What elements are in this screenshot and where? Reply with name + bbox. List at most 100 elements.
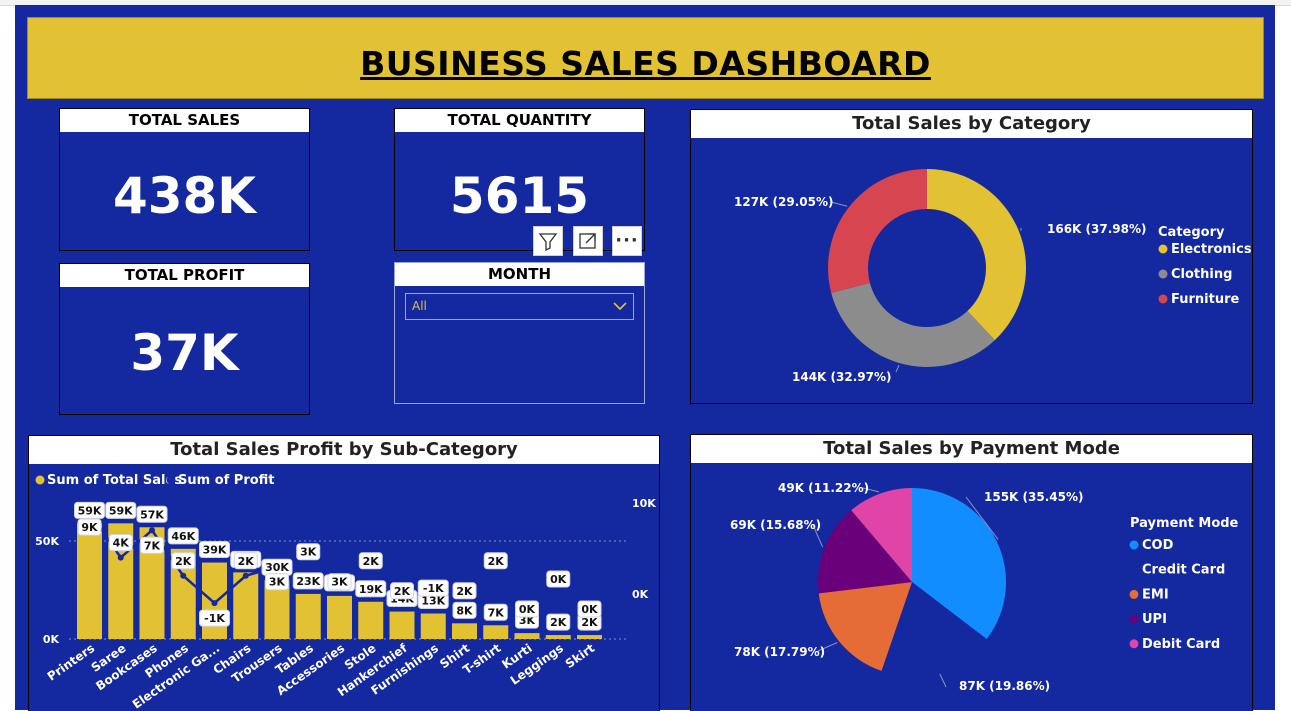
bar-accessories [327,596,352,639]
legend-total-sales: Sum of Total Sales [47,473,182,488]
sales-label-t-shirt: 7K [484,604,507,620]
profit-label-t-shirt-text: 2K [488,555,505,568]
total-profit-card[interactable]: TOTAL PROFIT 37K [59,263,310,415]
y-axis-left-tick: 50K [35,535,59,548]
profit-label-t-shirt: 2K [484,553,507,569]
total-sales-card[interactable]: TOTAL SALES 438K [59,108,310,251]
profit-label-shirt-text: 2K [456,585,473,598]
sales-label-phones: 46K [168,528,198,544]
profit-label-skirt: 0K [578,601,601,617]
payment-legend-marker [1130,541,1139,550]
profit-point-chairs [243,573,249,579]
sales-label-shirt: 8K [453,602,476,618]
category-legend-marker [1159,270,1168,279]
profit-label-chairs-text: 2K [238,555,255,568]
profit-label-hankerchief-text: 2K [394,585,411,598]
category-legend-item: Clothing [1171,267,1232,282]
subcategory-combo-chart: Sum of Total SalesSum of Profit 0K50K0K1… [29,436,659,711]
profit-point-tables [305,564,311,570]
sales-label-leggings-text: 2K [550,616,567,629]
payment-legend-item: Credit Card [1142,563,1225,578]
profit-point-t-shirt [493,573,499,579]
payment-legend-item: EMI [1142,587,1169,602]
sales-label-saree: 59K [106,502,136,518]
profit-label-stole-text: 2K [363,555,380,568]
sales-label-phones-text: 46K [171,530,195,543]
profit-label-tables: 3K [297,544,320,560]
month-dropdown[interactable]: All [405,293,634,320]
category-chart[interactable]: Total Sales by Category 166K (37.98%)144… [690,109,1253,404]
category-slice-clothing [831,283,995,367]
profit-label-tables-text: 3K [300,546,317,559]
profit-point-hankerchief [399,573,405,579]
bar-t-shirt [483,625,508,639]
payment-legend-marker [1130,565,1139,574]
sales-label-saree-text: 59K [109,504,133,517]
sales-label-bookcases: 57K [137,506,167,522]
payment-leader-line [940,674,946,687]
profit-label-bookcases-text: 7K [144,539,161,552]
sales-label-electronic-ga-text: 39K [203,544,227,557]
profit-label-hankerchief: 2K [391,583,414,599]
month-slicer[interactable]: MONTH All [394,262,645,404]
profit-label-trousers-text: 3K [269,576,286,589]
profit-point-phones [180,573,186,579]
total-profit-value: 37K [60,324,309,382]
profit-label-saree: 4K [109,535,132,551]
sales-label-t-shirt-text: 7K [488,606,505,619]
bar-tables [296,594,321,639]
payment-legend-item: UPI [1142,612,1167,627]
profit-point-skirt [587,591,593,597]
profit-label-chairs: 2K [234,553,257,569]
bar-hankerchief [390,612,415,639]
payment-data-label: 49K (11.22%) [778,481,869,495]
profit-point-accessories [337,564,343,570]
profit-point-saree [118,555,124,561]
subcategory-chart[interactable]: Total Sales Profit by Sub-Category Sum o… [28,435,660,711]
bar-skirt [577,635,602,639]
sales-label-printers-text: 59K [78,504,102,517]
category-data-label: 127K (29.05%) [734,195,833,209]
bar-printers [77,523,102,639]
profit-label-saree-text: 4K [113,537,130,550]
total-quantity-value: 5615 [395,167,644,225]
total-sales-value: 438K [60,167,309,225]
payment-chart[interactable]: Total Sales by Payment Mode 155K (35.45%… [690,434,1253,711]
month-selected-value: All [412,299,427,313]
legend-marker-total-sales [36,476,45,485]
profit-label-accessories-text: 3K [331,576,348,589]
bar-leggings [546,635,571,639]
more-options-button[interactable]: ··· [612,226,642,256]
bar-stole [358,602,383,639]
payment-legend-marker [1130,590,1139,599]
category-legend-title: Category [1158,225,1225,240]
sales-label-shirt-text: 8K [456,604,473,617]
payment-data-label: 78K (17.79%) [734,645,825,659]
sales-label-trousers: 30K [262,559,292,575]
filter-button[interactable] [533,226,563,256]
dashboard-title: BUSINESS SALES DASHBOARD [28,44,1263,83]
profit-label-bookcases: 7K [141,537,164,553]
profit-label-printers-text: 9K [81,521,98,534]
payment-data-label: 155K (35.45%) [984,490,1083,504]
bar-shirt [452,623,477,639]
dashboard-title-bar: BUSINESS SALES DASHBOARD [27,17,1264,99]
sales-label-bookcases-text: 57K [140,508,164,521]
month-slicer-label: MONTH [395,263,644,286]
profit-label-accessories: 3K [328,574,351,590]
total-quantity-card[interactable]: TOTAL QUANTITY 5615 [394,108,645,251]
y-axis-right-tick: 10K [632,497,656,510]
focus-mode-icon [574,227,602,255]
y-axis-left-tick: 0K [43,633,60,646]
total-quantity-label: TOTAL QUANTITY [395,109,644,132]
category-leader-line [896,365,899,372]
sales-label-trousers-text: 30K [265,561,289,574]
profit-point-electronic-ga [212,600,218,606]
category-legend-marker [1159,295,1168,304]
legend-marker-profit [167,476,176,485]
focus-mode-button[interactable] [573,226,603,256]
profit-label-phones-text: 2K [175,555,192,568]
category-data-label: 144K (32.97%) [792,370,891,384]
filter-icon [534,227,562,255]
sales-label-stole: 19K [356,581,386,597]
